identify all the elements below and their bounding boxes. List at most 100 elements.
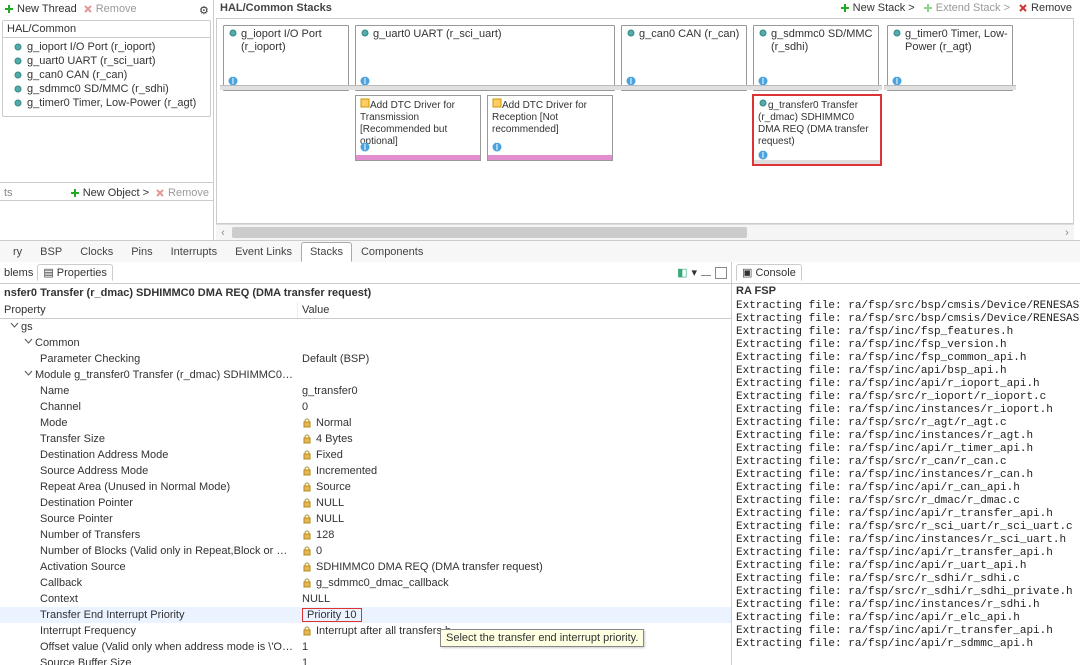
stack-block-timer[interactable]: g_timer0 Timer, Low-Power (r_agt) i [887, 25, 1013, 91]
info-icon[interactable]: i [360, 142, 370, 152]
tab-summary[interactable]: ry [4, 242, 31, 262]
module-icon [758, 98, 768, 108]
info-icon[interactable]: i [492, 142, 502, 152]
module-icon [892, 28, 902, 38]
stacks-scrollbar[interactable]: ‹ › [216, 224, 1074, 240]
prop-row[interactable]: Activation SourceSDHIMMC0 DMA REQ (DMA t… [0, 559, 731, 575]
stack-block-sdmmc[interactable]: g_sdmmc0 SD/MMC (r_sdhi) i [753, 25, 879, 91]
stack-sub-dtc-rx[interactable]: Add DTC Driver for Reception [Not recomm… [487, 95, 613, 161]
problems-view-tab[interactable]: blems [4, 267, 33, 279]
stack-sub-transfer0[interactable]: g_transfer0 Transfer (r_dmac) SDHIMMC0 D… [753, 95, 881, 165]
module-icon [626, 28, 636, 38]
tree-item[interactable]: g_timer0 Timer, Low-Power (r_agt) [3, 96, 210, 110]
minimize-icon[interactable] [701, 275, 711, 276]
chevron-down-icon [24, 337, 33, 346]
priority-tooltip: Select the transfer end interrupt priori… [440, 629, 644, 647]
prop-row[interactable]: Destination PointerNULL [0, 495, 731, 511]
remove-thread-label: Remove [96, 3, 137, 15]
new-thread-label: New Thread [17, 3, 77, 15]
plus-icon [70, 188, 80, 198]
svg-text:i: i [496, 142, 498, 152]
stack-column: g_sdmmc0 SD/MMC (r_sdhi) i g_transfer0 T… [753, 25, 881, 165]
chevron-down-icon [10, 321, 19, 330]
new-stack-button[interactable]: New Stack > [840, 2, 915, 14]
prop-row[interactable]: ModeNormal [0, 415, 731, 431]
prop-row[interactable]: Repeat Area (Unused in Normal Mode)Sourc… [0, 479, 731, 495]
console-view-tab[interactable]: ▣ Console [736, 264, 802, 281]
prop-group-module[interactable]: Module g_transfer0 Transfer (r_dmac) SDH… [0, 367, 731, 383]
lock-icon [302, 450, 312, 460]
properties-view-tab[interactable]: ▤ Properties [37, 264, 113, 281]
module-icon [228, 28, 238, 38]
remove-object-button[interactable]: Remove [155, 187, 209, 199]
tab-bsp[interactable]: BSP [31, 242, 71, 262]
stack-block-uart[interactable]: g_uart0 UART (r_sci_uart) i [355, 25, 615, 91]
console-subtitle: RA FSP [732, 284, 1080, 298]
extend-stack-button[interactable]: Extend Stack > [923, 2, 1010, 14]
tree-item[interactable]: g_ioport I/O Port (r_ioport) [3, 40, 210, 54]
new-object-button[interactable]: New Object > [70, 187, 149, 199]
tab-event-links[interactable]: Event Links [226, 242, 301, 262]
stack-column: g_uart0 UART (r_sci_uart) i Add DTC Driv… [355, 25, 615, 161]
remove-object-label: Remove [168, 187, 209, 199]
prop-row[interactable]: Transfer Size4 Bytes [0, 431, 731, 447]
remove-thread-button[interactable]: Remove [83, 3, 137, 15]
hal-common-title: HAL/Common [3, 21, 210, 38]
lock-icon [302, 418, 312, 428]
view-pin-icon[interactable]: ◧ [677, 266, 687, 279]
plus-icon [840, 3, 850, 13]
info-icon[interactable]: i [758, 150, 768, 160]
tab-pins[interactable]: Pins [122, 242, 161, 262]
stack-block-can[interactable]: g_can0 CAN (r_can) i [621, 25, 747, 91]
col-property[interactable]: Property [0, 302, 298, 318]
prop-row[interactable]: ContextNULL [0, 591, 731, 607]
thread-toolbar: New Thread Remove ⚙ [0, 0, 213, 18]
chevron-down-icon [24, 369, 33, 378]
tab-components[interactable]: Components [352, 242, 432, 262]
module-icon [360, 28, 370, 38]
lock-icon [302, 498, 312, 508]
module-icon [758, 28, 768, 38]
remove-icon [83, 4, 93, 14]
new-thread-button[interactable]: New Thread [4, 3, 77, 15]
prop-row[interactable]: Parameter CheckingDefault (BSP) [0, 351, 731, 367]
prop-row[interactable]: Destination Address ModeFixed [0, 447, 731, 463]
properties-header: Property Value [0, 302, 731, 319]
prop-settings-root[interactable]: gs [0, 319, 731, 335]
gear-icon[interactable]: ⚙ [199, 4, 209, 14]
maximize-icon[interactable] [715, 267, 727, 279]
tab-clocks[interactable]: Clocks [71, 242, 122, 262]
tree-item[interactable]: g_sdmmc0 SD/MMC (r_sdhi) [3, 82, 210, 96]
prop-row[interactable]: Source Buffer Size1 [0, 655, 731, 665]
prop-row[interactable]: Source Address ModeIncremented [0, 463, 731, 479]
col-value[interactable]: Value [298, 302, 731, 318]
tab-stacks[interactable]: Stacks [301, 242, 352, 262]
scroll-thumb[interactable] [232, 227, 747, 238]
svg-text:i: i [762, 150, 764, 160]
prop-row[interactable]: Callbackg_sdmmc0_dmac_callback [0, 575, 731, 591]
prop-group-common[interactable]: Common [0, 335, 731, 351]
scroll-left-icon[interactable]: ‹ [216, 225, 230, 241]
prop-row[interactable]: Source PointerNULL [0, 511, 731, 527]
config-tabs: ry BSP Clocks Pins Interrupts Event Link… [0, 240, 1080, 262]
module-icon [13, 42, 23, 52]
remove-stack-button[interactable]: Remove [1018, 2, 1072, 14]
prop-row[interactable]: Channel0 [0, 399, 731, 415]
scroll-right-icon[interactable]: › [1060, 225, 1074, 241]
lock-icon [302, 514, 312, 524]
tab-interrupts[interactable]: Interrupts [162, 242, 226, 262]
properties-grid: gs Common Parameter CheckingDefault (BSP… [0, 319, 731, 665]
view-menu-icon[interactable]: ▾ [691, 266, 697, 279]
prop-row[interactable]: Number of Transfers128 [0, 527, 731, 543]
new-object-label: New Object > [83, 187, 149, 199]
prop-row[interactable]: Number of Blocks (Valid only in Repeat,B… [0, 543, 731, 559]
plus-icon [4, 4, 14, 14]
stack-sub-dtc-tx[interactable]: Add DTC Driver for Transmission [Recomme… [355, 95, 481, 161]
console-output[interactable]: Extracting file: ra/fsp/src/bsp/cmsis/De… [732, 298, 1080, 665]
svg-text:i: i [364, 142, 366, 152]
tree-item[interactable]: g_uart0 UART (r_sci_uart) [3, 54, 210, 68]
prop-row[interactable]: Transfer End Interrupt PriorityPriority … [0, 607, 731, 623]
stack-block-ioport[interactable]: g_ioport I/O Port (r_ioport) i [223, 25, 349, 91]
tree-item[interactable]: g_can0 CAN (r_can) [3, 68, 210, 82]
prop-row[interactable]: Nameg_transfer0 [0, 383, 731, 399]
